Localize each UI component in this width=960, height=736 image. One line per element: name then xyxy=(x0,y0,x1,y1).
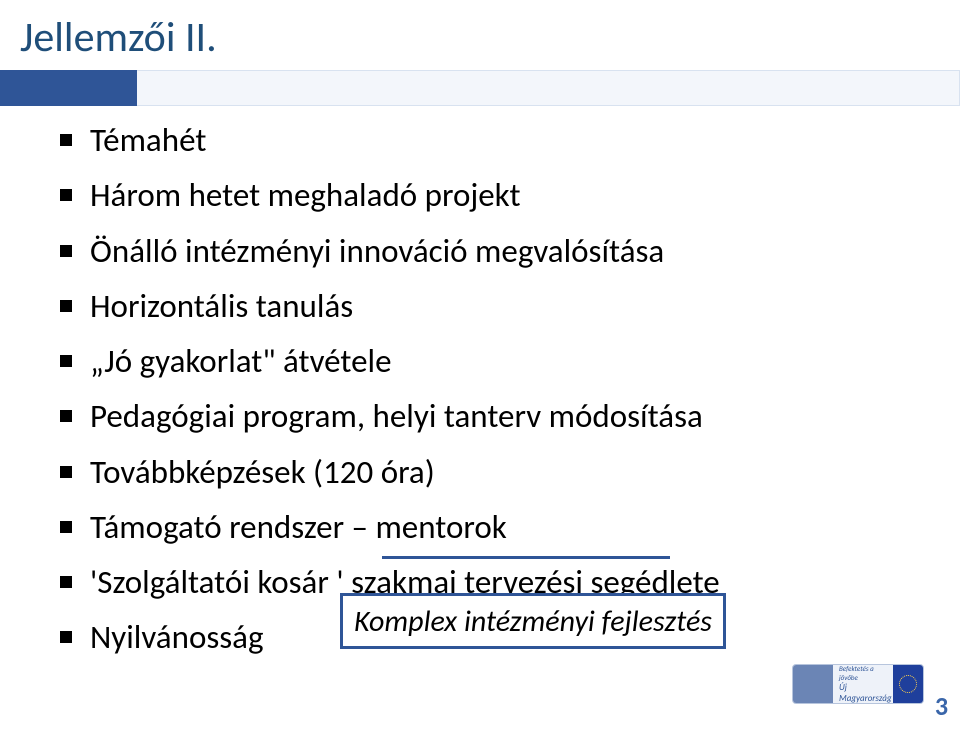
badge-line1: Befektetés a jövőbe xyxy=(839,664,893,682)
caption-text: Komplex intézményi fejlesztés xyxy=(354,603,712,640)
list-item: Továbbképzések (120 óra) xyxy=(60,452,920,493)
bullet-text: Három hetet meghaladó projekt xyxy=(90,175,521,216)
bullet-icon xyxy=(60,134,72,146)
bullet-text: Témahét xyxy=(90,120,206,161)
bullet-icon xyxy=(60,245,72,257)
bullet-text: Nyilvánosság xyxy=(90,617,264,658)
list-item: Önálló intézményi innováció megvalósítás… xyxy=(60,231,920,272)
list-item: Témahét xyxy=(60,120,920,161)
bullet-icon xyxy=(60,189,72,201)
bullet-text: „Jó gyakorlat" átvétele xyxy=(90,341,392,382)
title-bar-bg xyxy=(0,70,960,106)
list-item: Három hetet meghaladó projekt xyxy=(60,175,920,216)
bullet-icon xyxy=(60,466,72,478)
list-item: Horizontális tanulás xyxy=(60,286,920,327)
bullet-text: Pedagógiai program, helyi tanterv módosí… xyxy=(90,396,703,437)
list-item: Pedagógiai program, helyi tanterv módosí… xyxy=(60,396,920,437)
badge-line2: Új Magyarország xyxy=(839,682,893,704)
title-bar-accent xyxy=(0,70,137,106)
slide: Jellemzői II. Témahét Három hetet meghal… xyxy=(0,0,960,736)
bullet-list: Témahét Három hetet meghaladó projekt Ön… xyxy=(60,120,920,673)
bullet-text: Továbbképzések (120 óra) xyxy=(90,452,435,493)
list-item: Támogató rendszer – mentorok xyxy=(60,507,920,548)
bullet-icon xyxy=(60,521,72,533)
bullet-icon xyxy=(60,576,72,588)
bullet-icon xyxy=(60,300,72,312)
bullet-text: Támogató rendszer – mentorok xyxy=(90,507,507,548)
page-title: Jellemzői II. xyxy=(20,12,217,63)
badge-tag-icon xyxy=(793,665,833,703)
bullet-icon xyxy=(60,631,72,643)
bullet-text: Önálló intézményi innováció megvalósítás… xyxy=(90,231,664,272)
title-bar xyxy=(0,62,960,112)
eu-flag-icon xyxy=(893,665,923,703)
bullet-icon xyxy=(60,410,72,422)
caption-box: Komplex intézményi fejlesztés xyxy=(340,593,726,649)
bullet-text: Horizontális tanulás xyxy=(90,286,353,327)
badge-mid: Befektetés a jövőbe Új Magyarország xyxy=(833,665,893,703)
bullet-icon xyxy=(60,355,72,367)
eu-badge: Befektetés a jövőbe Új Magyarország xyxy=(792,664,924,704)
page-number: 3 xyxy=(935,690,948,722)
connector-line xyxy=(382,556,670,559)
list-item: „Jó gyakorlat" átvétele xyxy=(60,341,920,382)
